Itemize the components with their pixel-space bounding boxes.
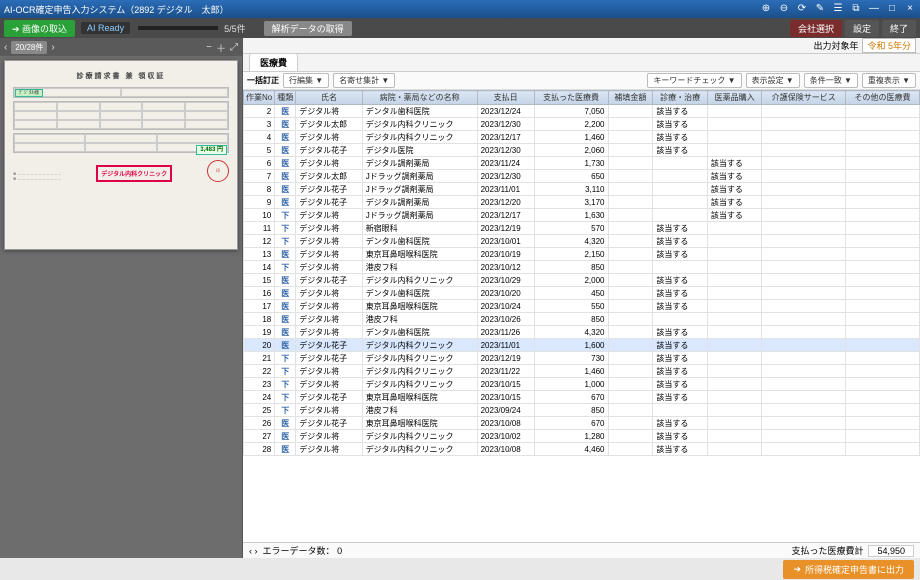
sub-toolbar: 一括訂正 行編集 ▼ 名寄せ集計 ▼ キーワードチェック ▼ 表示設定 ▼ 条件… (243, 72, 920, 90)
table-row[interactable]: 18医デジタル将港皮フ科2023/10/26850 (244, 313, 920, 326)
ai-ready-badge: AI Ready (81, 22, 130, 34)
tab-strip: 医療費 (243, 54, 920, 72)
main-split: ‹ 20/28件 › − ＋ ⤢ 診療請求書 兼 領収証 ﾃﾞｼﾞﾀﾙ様 3,4… (0, 38, 920, 558)
table-row[interactable]: 6医デジタル将デジタル調剤薬局2023/11/241,730該当する (244, 157, 920, 170)
prev-page-icon[interactable]: ‹ (4, 42, 7, 53)
table-row[interactable]: 14下デジタル将港皮フ科2023/10/12850 (244, 261, 920, 274)
table-row[interactable]: 24下デジタル花子東京耳鼻咽喉科医院2023/10/15670該当する (244, 391, 920, 404)
table-row[interactable]: 12下デジタル将デンタル歯科医院2023/10/014,320該当する (244, 235, 920, 248)
zoom-in-thumb-icon[interactable]: ＋ (216, 40, 226, 55)
table-row[interactable]: 17医デジタル将東京耳鼻咽喉科医院2023/10/24550該当する (244, 300, 920, 313)
duplicate-display-dropdown[interactable]: 重複表示 ▼ (862, 73, 916, 88)
table-row[interactable]: 2医デジタル将デンタル歯科医院2023/12/247,050該当する (244, 105, 920, 118)
export-tax-button[interactable]: ➜ 所得税確定申告書に出力 (783, 560, 914, 579)
fit-thumb-icon[interactable]: ⤢ (230, 42, 238, 53)
table-row[interactable]: 16医デジタル将デンタル歯科医院2023/10/20450該当する (244, 287, 920, 300)
col-c4[interactable]: その他の医療費 (846, 91, 920, 105)
edit-icon[interactable]: ✎ (814, 3, 826, 15)
refresh-icon[interactable]: ⟳ (796, 3, 808, 15)
period-label: 出力対象年 (813, 39, 858, 52)
keyword-check-dropdown[interactable]: キーワードチェック ▼ (647, 73, 741, 88)
table-row[interactable]: 27医デジタル将デジタル内科クリニック2023/10/021,280該当する (244, 430, 920, 443)
window-title: AI-OCR確定申告入力システム（2892 デジタル 太郎） (4, 3, 229, 16)
col-name[interactable]: 氏名 (296, 91, 362, 105)
table-row[interactable]: 20医デジタル花子デジタル内科クリニック2023/11/011,600該当する (244, 339, 920, 352)
bottom-status-bar: ‹ › エラーデータ数： 0 支払った医療費計 54,950 (243, 542, 920, 558)
row-edit-dropdown[interactable]: 行編集 ▼ (283, 73, 329, 88)
next-err-icon[interactable]: › (255, 546, 258, 556)
table-row[interactable]: 28医デジタル将デジタル内科クリニック2023/10/084,460該当する (244, 443, 920, 456)
sum-value: 54,950 (868, 545, 914, 557)
table-row[interactable]: 4医デジタル将デジタル内科クリニック2023/12/171,460該当する (244, 131, 920, 144)
col-c2[interactable]: 医薬品購入 (707, 91, 762, 105)
col-c3[interactable]: 介護保険サービス (762, 91, 846, 105)
table-row[interactable]: 23下デジタル将デジタル内科クリニック2023/10/151,000該当する (244, 378, 920, 391)
tab-medical[interactable]: 医療費 (249, 53, 298, 71)
menu-icon[interactable]: ☰ (832, 3, 844, 15)
col-idx[interactable]: 作業No (244, 91, 275, 105)
close-icon[interactable]: × (904, 3, 916, 15)
table-row[interactable]: 11下デジタル将新宿眼科2023/12/19570該当する (244, 222, 920, 235)
main-toolbar: ➔ 画像の取込 AI Ready 5/5件 解析データの取得 会社選択 設定 終… (0, 18, 920, 38)
condition-dropdown[interactable]: 条件一致 ▼ (804, 73, 858, 88)
fetch-parse-button[interactable]: 解析データの取得 (264, 21, 352, 36)
table-row[interactable]: 22下デジタル将デジタル内科クリニック2023/11/221,460該当する (244, 365, 920, 378)
table-row[interactable]: 9医デジタル花子デジタル調剤薬局2023/12/203,170該当する (244, 196, 920, 209)
window-controls: ⊕ ⊖ ⟳ ✎ ☰ ⧉ — □ × (760, 3, 916, 15)
doc-amount: 3,483 円 (196, 145, 227, 155)
settings-button[interactable]: 設定 (845, 20, 879, 37)
aggregate-dropdown[interactable]: 名寄せ集計 ▼ (333, 73, 395, 88)
period-value[interactable]: 令和 5年分 (862, 38, 916, 53)
table-row[interactable]: 10下デジタル将Jドラッグ調剤薬局2023/12/171,630該当する (244, 209, 920, 222)
table-row[interactable]: 21下デジタル花子デジタル内科クリニック2023/12/19730該当する (244, 352, 920, 365)
company-select-button[interactable]: 会社選択 (790, 20, 842, 37)
col-paid[interactable]: 支払った医療費 (534, 91, 608, 105)
table-row[interactable]: 5医デジタル花子デジタル医院2023/12/302,060該当する (244, 144, 920, 157)
data-table-wrap[interactable]: 作業No種類氏名病院・薬局などの名称支払日支払った医療費補填金額診療・治療医薬品… (243, 90, 920, 542)
right-data-pane: 出力対象年 令和 5年分 医療費 一括訂正 行編集 ▼ 名寄せ集計 ▼ キーワー… (242, 38, 920, 558)
exit-button[interactable]: 終了 (882, 20, 916, 37)
table-row[interactable]: 26医デジタル花子東京耳鼻咽喉科医院2023/10/08670該当する (244, 417, 920, 430)
stamp-icon: 印 (207, 160, 229, 182)
table-row[interactable]: 15医デジタル花子デジタル内科クリニック2023/10/292,000該当する (244, 274, 920, 287)
title-bar: AI-OCR確定申告入力システム（2892 デジタル 太郎） ⊕ ⊖ ⟳ ✎ ☰… (0, 0, 920, 18)
page-indicator: 20/28件 (11, 41, 47, 54)
col-inst[interactable]: 病院・薬局などの名称 (362, 91, 477, 105)
clinic-name-box: デジタル内科クリニック (96, 165, 172, 182)
document-thumbnail[interactable]: 診療請求書 兼 領収証 ﾃﾞｼﾞﾀﾙ様 3,483 円 ※ …………………………… (4, 60, 238, 250)
col-date[interactable]: 支払日 (477, 91, 534, 105)
error-count: 0 (337, 546, 342, 556)
next-page-icon[interactable]: › (51, 42, 54, 53)
table-row[interactable]: 3医デジタル太郎デジタル内科クリニック2023/12/302,200該当する (244, 118, 920, 131)
col-c1[interactable]: 診療・治療 (653, 91, 708, 105)
footer-strip: ➜ 所得税確定申告書に出力 (0, 558, 920, 580)
zoom-in-icon[interactable]: ⊕ (760, 3, 772, 15)
sum-label: 支払った医療費計 (791, 546, 863, 556)
prev-err-icon[interactable]: ‹ (249, 546, 252, 556)
import-images-button[interactable]: ➔ 画像の取込 (4, 20, 75, 37)
table-row[interactable]: 13医デジタル将東京耳鼻咽喉科医院2023/10/192,150該当する (244, 248, 920, 261)
copy-icon[interactable]: ⧉ (850, 3, 862, 15)
display-settings-dropdown[interactable]: 表示設定 ▼ (746, 73, 800, 88)
progress-text: 5/5件 (224, 22, 246, 35)
col-kind[interactable]: 種類 (275, 91, 296, 105)
left-preview-pane: ‹ 20/28件 › − ＋ ⤢ 診療請求書 兼 領収証 ﾃﾞｼﾞﾀﾙ様 3,4… (0, 38, 242, 558)
export-icon: ➜ (793, 564, 801, 575)
error-label: エラーデータ数： (263, 546, 335, 556)
left-preview-toolbar: ‹ 20/28件 › − ＋ ⤢ (0, 38, 242, 56)
period-bar: 出力対象年 令和 5年分 (243, 38, 920, 54)
table-row[interactable]: 25下デジタル将港皮フ科2023/09/24850 (244, 404, 920, 417)
zoom-out-thumb-icon[interactable]: − (206, 42, 212, 53)
zoom-out-icon[interactable]: ⊖ (778, 3, 790, 15)
progress-bar (138, 26, 218, 30)
doc-title: 診療請求書 兼 領収証 (77, 71, 166, 81)
table-row[interactable]: 8医デジタル花子Jドラッグ調剤薬局2023/11/013,110該当する (244, 183, 920, 196)
maximize-icon[interactable]: □ (886, 3, 898, 15)
minimize-icon[interactable]: — (868, 3, 880, 15)
col-comp[interactable]: 補填金額 (608, 91, 653, 105)
medical-expense-table: 作業No種類氏名病院・薬局などの名称支払日支払った医療費補填金額診療・治療医薬品… (243, 90, 920, 456)
table-row[interactable]: 7医デジタル太郎Jドラッグ調剤薬局2023/12/30650該当する (244, 170, 920, 183)
mode-label: 一括訂正 (247, 75, 279, 86)
table-row[interactable]: 19医デジタル将デンタル歯科医院2023/11/264,320該当する (244, 326, 920, 339)
